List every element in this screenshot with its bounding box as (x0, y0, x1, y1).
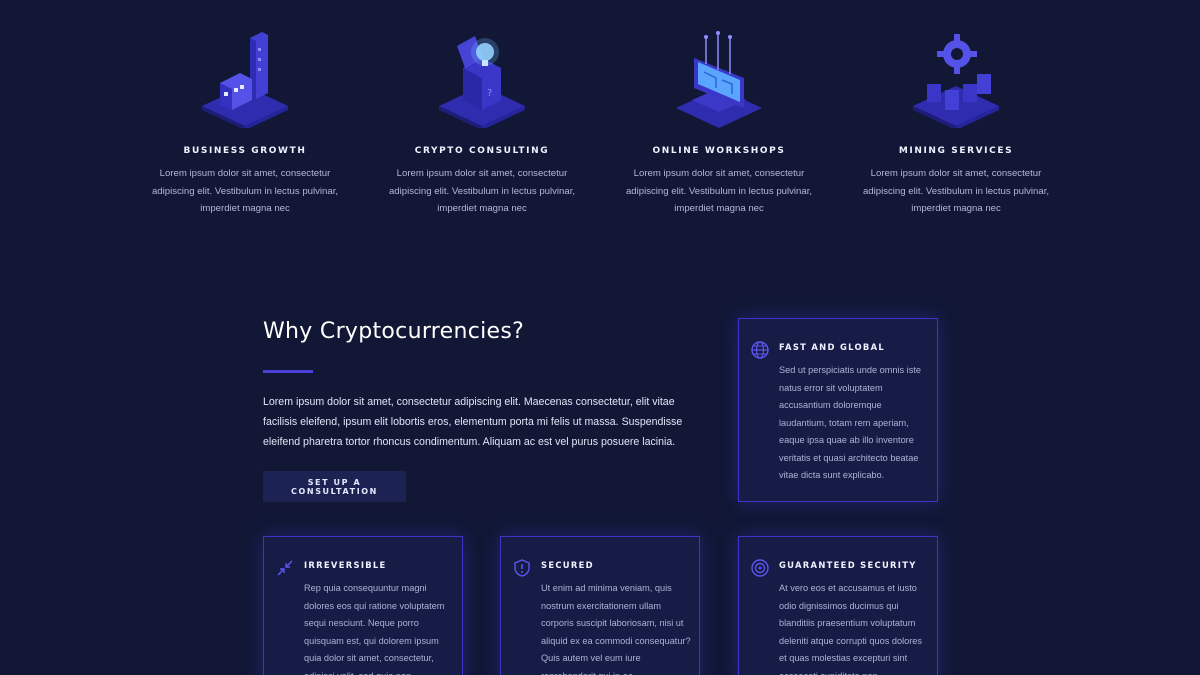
service-mining-services: MINING SERVICES Lorem ipsum dolor sit am… (846, 28, 1066, 218)
feature-card-irreversible: IRREVERSIBLE Rep quia consequuntur magni… (263, 536, 463, 675)
service-business-growth: BUSINESS GROWTH Lorem ipsum dolor sit am… (135, 28, 355, 218)
feature-card-secured: SECURED Ut enim ad minima veniam, quis n… (500, 536, 700, 675)
mining-services-icon (913, 34, 999, 128)
feature-card-guaranteed-security: GUARANTEED SECURITY At vero eos et accus… (738, 536, 938, 675)
service-crypto-consulting: ? CRYPTO CONSULTING Lorem ipsum dolor si… (372, 28, 592, 218)
set-up-consultation-button[interactable]: SET UP A CONSULTATION (263, 471, 406, 502)
service-text: Lorem ipsum dolor sit amet, consectetur … (625, 168, 813, 214)
globe-icon (751, 341, 769, 359)
svg-text:?: ? (487, 88, 492, 99)
online-workshops-icon (676, 31, 762, 128)
service-text: Lorem ipsum dolor sit amet, consectetur … (862, 168, 1050, 214)
feature-title: IRREVERSIBLE (304, 560, 387, 570)
feature-card-fast-and-global: FAST AND GLOBAL Sed ut perspiciatis unde… (738, 318, 938, 502)
shield-alert-icon (514, 559, 530, 577)
feature-title: FAST AND GLOBAL (779, 342, 885, 352)
services-section: BUSINESS GROWTH Lorem ipsum dolor sit am… (0, 28, 1200, 228)
service-online-workshops: ONLINE WORKSHOPS Lorem ipsum dolor sit a… (609, 28, 829, 218)
service-text: Lorem ipsum dolor sit amet, consectetur … (151, 168, 339, 214)
service-title: BUSINESS GROWTH (183, 146, 307, 156)
crypto-consulting-icon: ? (439, 36, 525, 128)
feature-title: SECURED (541, 560, 594, 570)
feature-text: Ut enim ad minima veniam, quis nostrum e… (541, 583, 691, 675)
feature-text: At vero eos et accusamus et iusto odio d… (779, 583, 923, 675)
target-icon (751, 559, 769, 577)
why-body: Lorem ipsum dolor sit amet, consectetur … (263, 396, 683, 448)
feature-text: Sed ut perspiciatis unde omnis iste natu… (779, 365, 921, 480)
feature-title: GUARANTEED SECURITY (779, 560, 917, 570)
service-title: ONLINE WORKSHOPS (652, 146, 786, 156)
feature-text: Rep quia consequuntur magni dolores eos … (304, 583, 445, 675)
title-underline (263, 370, 313, 373)
service-title: CRYPTO CONSULTING (414, 146, 550, 156)
why-title: Why Cryptocurrencies? (263, 319, 525, 344)
collapse-arrows-icon (277, 560, 293, 576)
service-text: Lorem ipsum dolor sit amet, consectetur … (388, 168, 576, 214)
business-growth-icon (202, 32, 288, 128)
service-title: MINING SERVICES (898, 146, 1014, 156)
